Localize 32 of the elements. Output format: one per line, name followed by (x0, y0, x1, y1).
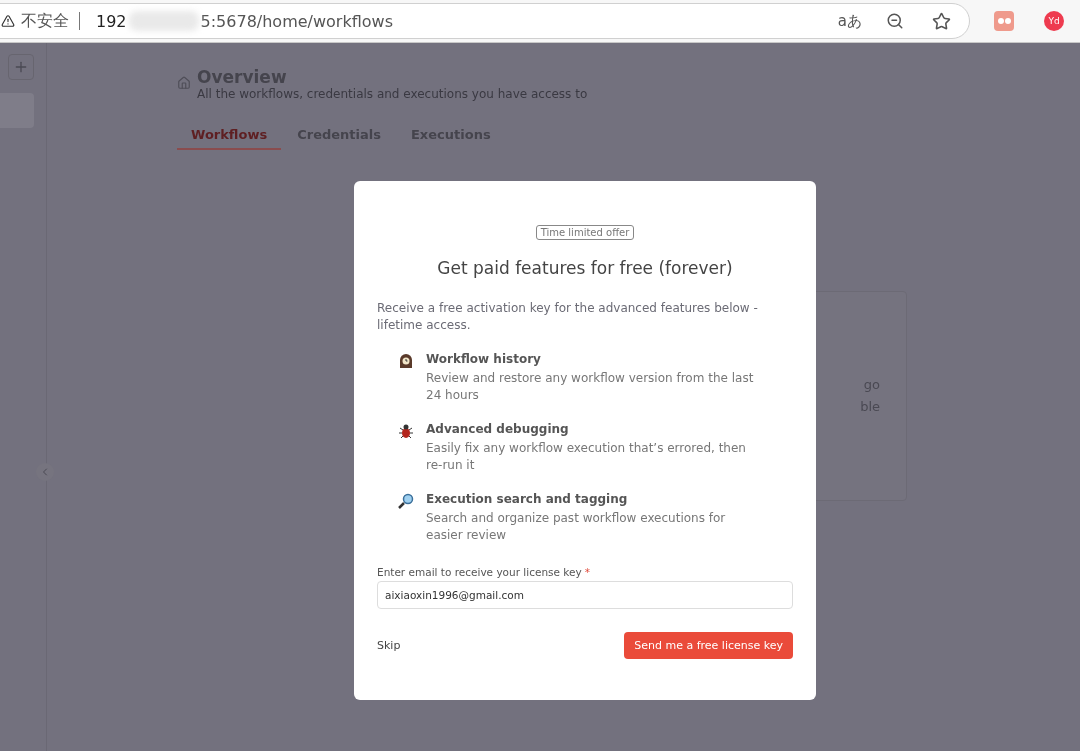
home-icon (177, 76, 191, 90)
plus-icon (13, 59, 29, 75)
url-text: 5:5678/home/workflows (200, 11, 393, 31)
zoom-out-icon[interactable] (886, 12, 904, 30)
feature-description: Review and restore any workflow version from the last 24 hours (426, 370, 755, 404)
magnifier-icon (398, 493, 414, 509)
offer-badge: Time limited offer (535, 225, 635, 240)
send-button[interactable]: Send me a free license key (624, 632, 793, 659)
required-mark: * (584, 566, 590, 578)
feature-title: Workflow history (426, 352, 542, 366)
modal-description: Receive a free activation key for the advanced features below - lifetime access. (377, 300, 759, 334)
address-bar[interactable]: 不安全 192 5:5678/home/workflows aあ (0, 3, 970, 39)
modal-title: Get paid features for free (forever) (436, 258, 734, 278)
skip-link[interactable]: Skip (377, 639, 401, 652)
feature-description: Search and organize past workflow executions for easier review (426, 510, 727, 544)
translate-button[interactable]: aあ (837, 11, 862, 31)
star-icon[interactable] (932, 11, 951, 31)
bug-icon (398, 423, 414, 439)
email-label: Enter email to receive your license key (377, 566, 582, 578)
feature-title: Advanced debugging (426, 422, 570, 436)
warning-icon (1, 14, 15, 28)
feature-title: Execution search and tagging (426, 492, 629, 506)
page-subtitle: All the workflows, credentials and executions you have access to (197, 87, 588, 101)
add-button[interactable] (8, 54, 34, 80)
tab[interactable]: Workflows (177, 127, 282, 150)
clock-icon (398, 353, 414, 369)
extension-icon[interactable] (994, 11, 1014, 31)
feature-description: Easily fix any workflow execution that’s errored, then re-run it (426, 440, 747, 474)
security-label: 不安全 (21, 12, 80, 30)
extension-button[interactable]: Yd (1044, 11, 1064, 31)
url-text: 192 (96, 11, 127, 31)
email-field[interactable]: aixiaoxin1996@gmail.com (377, 581, 793, 609)
